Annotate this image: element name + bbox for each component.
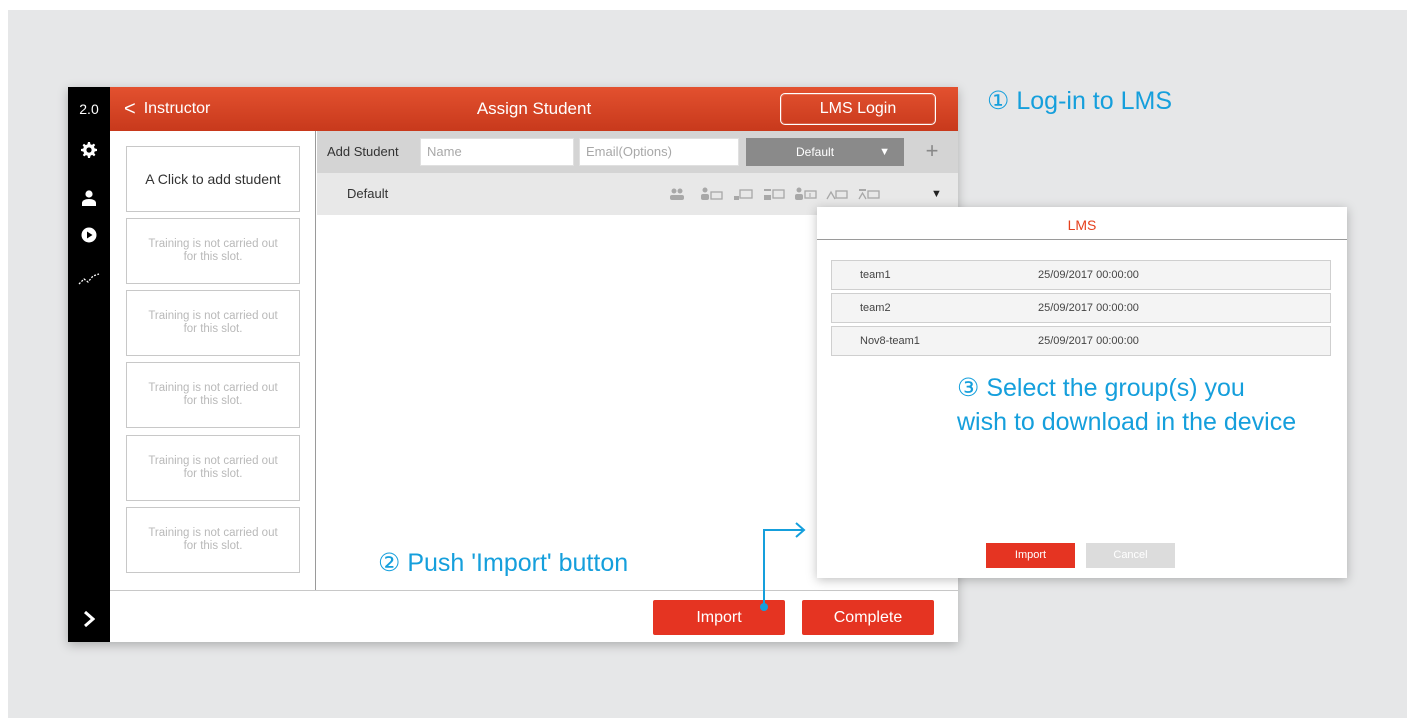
caret-down-icon: ▼: [879, 146, 890, 158]
annotation-step3-line2: wish to download in the device: [957, 408, 1297, 436]
group-date: 25/09/2017 00:00:00: [1038, 302, 1139, 314]
empty-slot: Training is not carried out for this slo…: [126, 218, 300, 284]
email-input[interactable]: Email(Options): [579, 138, 739, 166]
group-select-value: Default: [796, 145, 835, 159]
lms-login-button[interactable]: LMS Login: [780, 93, 936, 125]
version-label: 2.0: [79, 101, 99, 117]
add-student-slot[interactable]: A Click to add student: [126, 146, 300, 212]
add-student-label: Add Student: [327, 144, 399, 159]
empty-slot: Training is not carried out for this slo…: [126, 507, 300, 573]
student-monitor-icon[interactable]: [700, 187, 724, 201]
annotation-step3-line1: ③ Select the group(s) you: [957, 374, 1245, 402]
group-date: 25/09/2017 00:00:00: [1038, 335, 1139, 347]
group-name: Default: [347, 186, 389, 201]
annotation-step2: ② Push 'Import' button: [378, 549, 629, 577]
mixed-alt-icon[interactable]: [857, 187, 881, 201]
empty-slot: Training is not carried out for this slo…: [126, 435, 300, 501]
bottom-bar: Import Complete: [110, 590, 958, 642]
lms-group-row[interactable]: team1 25/09/2017 00:00:00: [831, 260, 1331, 290]
name-input[interactable]: Name: [420, 138, 574, 166]
group-select[interactable]: Default ▼: [746, 138, 904, 166]
annotation-step1: ① Log-in to LMS: [987, 87, 1172, 115]
add-group-button[interactable]: +: [919, 131, 945, 173]
lms-group-row[interactable]: team2 25/09/2017 00:00:00: [831, 293, 1331, 323]
group-name: Nov8-team1: [860, 335, 920, 347]
student-slot-list: A Click to add student Training is not c…: [110, 131, 316, 590]
monitor-icon[interactable]: [731, 187, 755, 201]
add-student-row: Add Student Name Email(Options) Default …: [317, 131, 958, 173]
mixed-icon[interactable]: [825, 187, 849, 201]
student-mixed-icon[interactable]: [794, 187, 818, 201]
students-icon[interactable]: [668, 187, 692, 201]
group-name: team2: [860, 302, 891, 314]
import-button[interactable]: Import: [653, 600, 785, 635]
monitor-alt-icon[interactable]: [762, 187, 786, 201]
complete-button[interactable]: Complete: [802, 600, 934, 635]
lms-dialog-title: LMS: [817, 207, 1347, 240]
top-bar: < Instructor Assign Student LMS Login: [110, 87, 958, 131]
play-icon[interactable]: [68, 220, 110, 250]
empty-slot: Training is not carried out for this slo…: [126, 290, 300, 356]
chevron-right-icon[interactable]: [68, 604, 110, 634]
group-date: 25/09/2017 00:00:00: [1038, 269, 1139, 281]
person-icon[interactable]: [68, 183, 110, 213]
chart-icon[interactable]: [68, 264, 110, 294]
group-name: team1: [860, 269, 891, 281]
lms-group-row[interactable]: Nov8-team1 25/09/2017 00:00:00: [831, 326, 1331, 356]
sidebar: 2.0: [68, 87, 110, 642]
gear-icon[interactable]: [68, 135, 110, 165]
dialog-cancel-button[interactable]: Cancel: [1086, 543, 1175, 568]
dialog-import-button[interactable]: Import: [986, 543, 1075, 568]
empty-slot: Training is not carried out for this slo…: [126, 362, 300, 428]
